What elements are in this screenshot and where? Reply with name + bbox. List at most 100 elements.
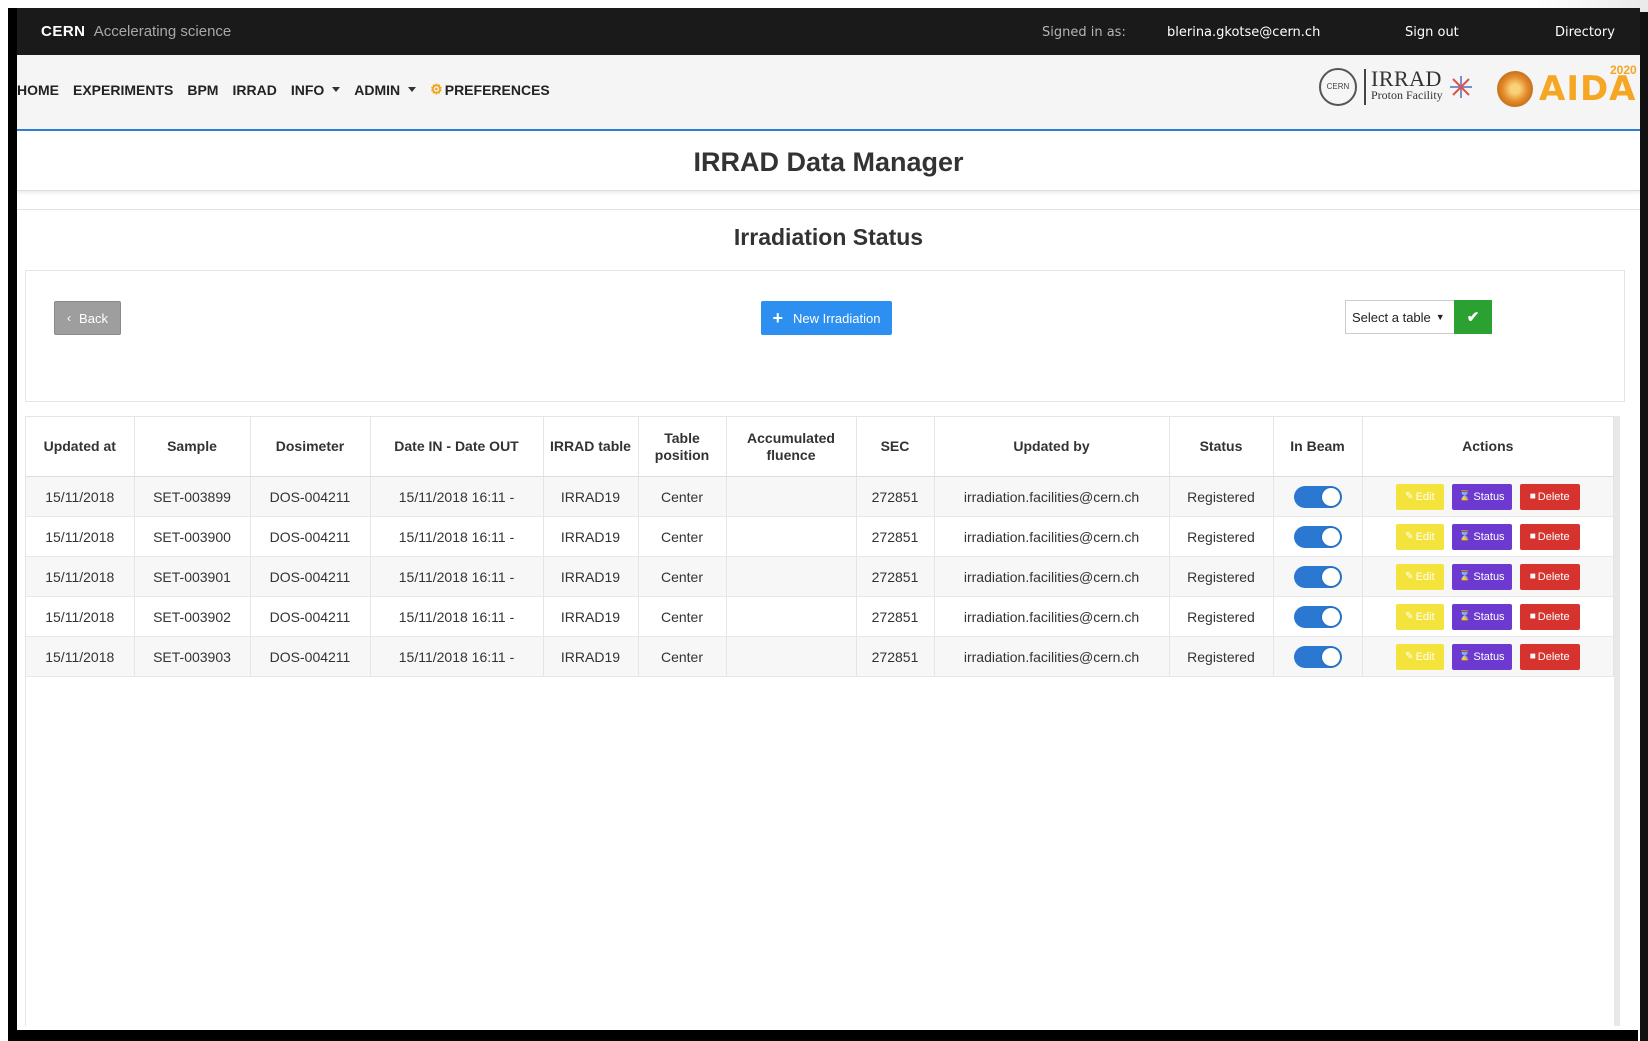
cell-irrad-table: IRRAD19 bbox=[543, 476, 639, 517]
cell-irrad-table: IRRAD19 bbox=[543, 596, 639, 637]
status-button[interactable]: ⌛ Status bbox=[1451, 603, 1512, 630]
new-irradiation-label: New Irradiation bbox=[793, 310, 881, 326]
user-email-link[interactable]: blerina.gkotse@cern.ch bbox=[1167, 25, 1320, 40]
in-beam-toggle[interactable] bbox=[1293, 525, 1342, 548]
column-header[interactable]: In Beam bbox=[1273, 416, 1363, 477]
toggle-knob bbox=[1321, 647, 1340, 666]
cell-dates: 15/11/2018 16:11 - bbox=[370, 476, 544, 517]
main-navbar: HOME EXPERIMENTS BPM IRRAD INFO ADMIN ⚙ P… bbox=[17, 55, 1640, 131]
cell-position: Center bbox=[638, 516, 727, 557]
status-label: Status bbox=[1473, 650, 1505, 663]
column-header[interactable]: SEC bbox=[856, 416, 935, 477]
cell-in-beam bbox=[1273, 556, 1363, 597]
section-title: Irradiation Status bbox=[733, 224, 924, 250]
column-header: Actions bbox=[1362, 416, 1614, 477]
cell-updated-at: 15/11/2018 bbox=[26, 516, 135, 557]
caret-down-icon bbox=[408, 87, 417, 92]
delete-button[interactable]: ■ Delete bbox=[1519, 603, 1580, 630]
delete-label: Delete bbox=[1537, 490, 1570, 503]
edit-button[interactable]: ✎ Edit bbox=[1395, 603, 1444, 630]
nav-item-info[interactable]: INFO bbox=[290, 81, 341, 98]
directory-link[interactable]: Directory bbox=[1555, 25, 1615, 40]
edit-button[interactable]: ✎ Edit bbox=[1395, 483, 1444, 510]
nav-item-label: EXPERIMENTS bbox=[73, 81, 174, 98]
column-header[interactable]: Updated by bbox=[934, 416, 1170, 477]
select-table-value: Select a table bbox=[1352, 309, 1431, 325]
browser-viewport: CERN Accelerating science Signed in as: … bbox=[17, 8, 1640, 1030]
cell-status: Registered bbox=[1169, 596, 1274, 637]
in-beam-toggle[interactable] bbox=[1293, 645, 1342, 668]
frame-border-right bbox=[1640, 12, 1648, 1041]
delete-button[interactable]: ■ Delete bbox=[1519, 523, 1580, 550]
nav-item-admin[interactable]: ADMIN bbox=[354, 81, 417, 98]
nav-item-preferences[interactable]: ⚙ PREFERENCES bbox=[430, 81, 550, 98]
plus-icon: + bbox=[772, 308, 784, 328]
in-beam-toggle[interactable] bbox=[1293, 565, 1342, 588]
status-button[interactable]: ⌛ Status bbox=[1451, 523, 1512, 550]
cell-actions: ✎ Edit ⌛ Status ■ Delete bbox=[1362, 476, 1614, 517]
status-label: Status bbox=[1473, 490, 1505, 503]
hourglass-icon: ⌛ bbox=[1458, 491, 1472, 502]
table-header-row: Updated at Sample Dosimeter Date IN - Da… bbox=[26, 416, 1614, 477]
column-header[interactable]: Table position bbox=[638, 416, 727, 477]
cell-fluence bbox=[726, 516, 857, 557]
status-button[interactable]: ⌛ Status bbox=[1451, 563, 1512, 590]
brand-name: CERN bbox=[41, 23, 86, 40]
column-header[interactable]: Accumulated fluence bbox=[726, 416, 857, 477]
pencil-icon: ✎ bbox=[1405, 651, 1414, 662]
edit-button[interactable]: ✎ Edit bbox=[1395, 523, 1444, 550]
edit-button[interactable]: ✎ Edit bbox=[1395, 563, 1444, 590]
edit-button[interactable]: ✎ Edit bbox=[1395, 643, 1444, 670]
select-table-dropdown[interactable]: Select a table ▼ bbox=[1345, 300, 1454, 334]
cell-dosimeter: DOS-004211 bbox=[250, 596, 371, 637]
cell-updated-by: irradiation.facilities@cern.ch bbox=[934, 476, 1170, 517]
hourglass-icon: ⌛ bbox=[1458, 531, 1472, 542]
screenshot-frame: CERN Accelerating science Signed in as: … bbox=[0, 0, 1648, 1041]
nav-item-home[interactable]: HOME bbox=[17, 82, 59, 98]
toggle-knob bbox=[1321, 607, 1340, 626]
nav-item-label: ADMIN bbox=[354, 81, 401, 98]
cell-in-beam bbox=[1273, 516, 1363, 557]
in-beam-toggle[interactable] bbox=[1293, 485, 1342, 508]
nav-item-experiments[interactable]: EXPERIMENTS bbox=[73, 82, 173, 98]
new-irradiation-button[interactable]: + New Irradiation bbox=[761, 301, 892, 335]
pencil-icon: ✎ bbox=[1405, 611, 1414, 622]
column-header[interactable]: Dosimeter bbox=[250, 416, 371, 477]
aida-emblem-icon bbox=[1497, 71, 1533, 107]
cern-brand[interactable]: CERN Accelerating science bbox=[41, 23, 231, 40]
cell-position: Center bbox=[638, 636, 727, 677]
status-button[interactable]: ⌛ Status bbox=[1451, 643, 1512, 670]
in-beam-toggle[interactable] bbox=[1293, 605, 1342, 628]
cell-updated-at: 15/11/2018 bbox=[26, 636, 135, 677]
cell-fluence bbox=[726, 596, 857, 637]
table-row: 15/11/2018 SET-003902 DOS-004211 15/11/2… bbox=[26, 596, 1614, 637]
delete-label: Delete bbox=[1537, 570, 1570, 583]
column-header[interactable]: Date IN - Date OUT bbox=[370, 416, 544, 477]
delete-button[interactable]: ■ Delete bbox=[1519, 483, 1580, 510]
column-header[interactable]: Sample bbox=[134, 416, 251, 477]
page-title: IRRAD Data Manager bbox=[693, 147, 964, 177]
cell-in-beam bbox=[1273, 636, 1363, 677]
column-header[interactable]: Status bbox=[1169, 416, 1274, 477]
back-button[interactable]: ‹ Back bbox=[54, 301, 121, 335]
column-header[interactable]: Updated at bbox=[26, 416, 135, 477]
cell-dosimeter: DOS-004211 bbox=[250, 636, 371, 677]
cell-fluence bbox=[726, 476, 857, 517]
cell-dosimeter: DOS-004211 bbox=[250, 476, 371, 517]
cell-sec: 272851 bbox=[856, 636, 935, 677]
header-divider bbox=[17, 209, 1640, 210]
status-button[interactable]: ⌛ Status bbox=[1451, 483, 1512, 510]
irradiation-table-container: Updated at Sample Dosimeter Date IN - Da… bbox=[25, 416, 1620, 1026]
delete-button[interactable]: ■ Delete bbox=[1519, 643, 1580, 670]
nav-item-label: INFO bbox=[290, 81, 325, 98]
cell-updated-by: irradiation.facilities@cern.ch bbox=[934, 516, 1170, 557]
table-row: 15/11/2018 SET-003903 DOS-004211 15/11/2… bbox=[26, 636, 1614, 677]
nav-item-bpm[interactable]: BPM bbox=[187, 82, 218, 98]
nav-item-irrad[interactable]: IRRAD bbox=[232, 82, 276, 98]
confirm-table-button[interactable]: ✔ bbox=[1454, 300, 1492, 334]
cell-position: Center bbox=[638, 596, 727, 637]
column-header[interactable]: IRRAD table bbox=[543, 416, 639, 477]
delete-button[interactable]: ■ Delete bbox=[1519, 563, 1580, 590]
hourglass-icon: ⌛ bbox=[1458, 571, 1472, 582]
sign-out-link[interactable]: Sign out bbox=[1405, 25, 1459, 40]
